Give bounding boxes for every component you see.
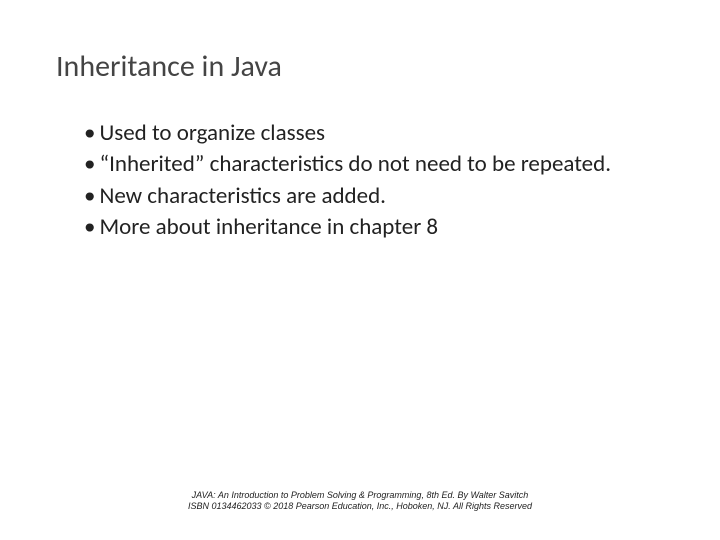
bullet-text: New characteristics are added. [99, 182, 664, 211]
bullet-icon: • [84, 150, 95, 179]
slide-title: Inheritance in Java [56, 48, 664, 85]
bullet-icon: • [84, 119, 95, 148]
list-item: • “Inherited” characteristics do not nee… [84, 150, 664, 179]
bullet-text: Used to organize classes [99, 119, 664, 148]
footer: JAVA: An Introduction to Problem Solving… [0, 490, 720, 513]
list-item: • More about inheritance in chapter 8 [84, 213, 664, 242]
footer-line-2: ISBN 0134462033 © 2018 Pearson Education… [0, 501, 720, 512]
bullet-text: More about inheritance in chapter 8 [99, 213, 664, 242]
list-item: • New characteristics are added. [84, 182, 664, 211]
slide: Inheritance in Java • Used to organize c… [0, 0, 720, 540]
bullet-text: “Inherited” characteristics do not need … [99, 150, 664, 179]
bullet-list: • Used to organize classes • “Inherited”… [56, 119, 664, 243]
footer-line-1: JAVA: An Introduction to Problem Solving… [0, 490, 720, 501]
bullet-icon: • [84, 182, 95, 211]
bullet-icon: • [84, 213, 95, 242]
list-item: • Used to organize classes [84, 119, 664, 148]
